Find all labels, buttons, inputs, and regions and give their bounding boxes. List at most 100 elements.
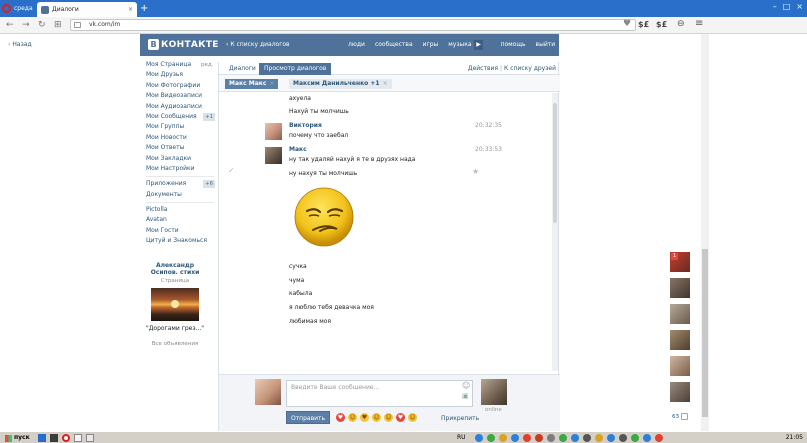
menu-my-page[interactable]: Моя Страница ред. [146, 60, 214, 70]
ad-block[interactable]: Александр Осипов. стихи Страница "Дорога… [142, 262, 208, 347]
extension-1-icon[interactable]: $£ [638, 20, 649, 29]
friends-list-link[interactable]: К списку друзей [504, 65, 556, 72]
ad-sunset-image[interactable] [151, 288, 199, 321]
ad-title[interactable]: Александр Осипов. стихи [142, 262, 208, 276]
menu-messages[interactable]: Мои Сообщения +1 [146, 112, 216, 122]
message-time[interactable]: 20:33:53 [475, 146, 502, 153]
nav-communities[interactable]: сообщества [375, 41, 413, 48]
menu-groups[interactable]: Мои Группы [146, 122, 214, 132]
chip-close-icon[interactable]: × [383, 80, 388, 87]
star-icon[interactable]: ★ [472, 167, 479, 176]
message-author[interactable]: Виктория [289, 122, 322, 129]
check-icon[interactable]: ✓ [228, 166, 235, 175]
url-input[interactable]: vk.com/im [70, 19, 636, 31]
reload-icon[interactable]: ↻ [38, 19, 46, 31]
vk-logo[interactable]: В КОНТАКТЕ [148, 39, 219, 50]
new-tab-button[interactable]: + [140, 3, 148, 14]
music-play-icon[interactable]: ▶ [474, 40, 483, 50]
menu-app-guests[interactable]: Мои Гости [146, 226, 214, 236]
chip-maks[interactable]: Макс Макс × [225, 79, 279, 89]
page-back-link[interactable]: ‹ Назад [8, 41, 32, 48]
chip-maksim[interactable]: Максим Данильченко +1 × [289, 79, 392, 89]
attach-link[interactable]: Прикрепить [441, 415, 479, 422]
smiley-icon[interactable]: ☺ [462, 381, 470, 390]
menu-news[interactable]: Мои Новости [146, 133, 214, 143]
menu-apps[interactable]: Приложения +6 [146, 179, 216, 189]
menu-docs[interactable]: Документы [146, 190, 214, 200]
menu-friends[interactable]: Мои Друзья [146, 70, 214, 80]
all-ads-link[interactable]: Все объявления [142, 341, 208, 347]
close-window-icon[interactable]: × [796, 2, 803, 11]
message-history[interactable]: ахуела Нахуй ты молчишь Виктория 20:32:3… [219, 93, 554, 371]
site-info-icon[interactable] [74, 22, 81, 28]
nav-help[interactable]: помощь [501, 41, 526, 48]
message-time[interactable]: 20:32:35 [475, 122, 502, 129]
friend-avatar[interactable] [670, 356, 690, 376]
tab-dialogs[interactable]: Диалоги × [37, 2, 137, 17]
friend-avatar[interactable] [670, 304, 690, 324]
back-to-dialogs-link[interactable]: ‹ К списку диалогов [226, 41, 290, 48]
browser-menu-icon[interactable]: ≡ [695, 18, 703, 29]
tray-icon[interactable] [643, 434, 651, 442]
friend-avatar[interactable] [670, 278, 690, 298]
tab-close-icon[interactable]: × [128, 6, 133, 13]
friend-avatar[interactable] [670, 330, 690, 350]
tab-dialogs-list[interactable]: Диалоги [229, 65, 256, 72]
send-button[interactable]: Отправить [286, 411, 330, 424]
camera-icon[interactable]: ▣ [462, 392, 469, 400]
tray-icon[interactable] [547, 434, 555, 442]
history-scroll-thumb[interactable] [553, 103, 557, 223]
tray-icon[interactable] [619, 434, 627, 442]
tab-view-dialogs[interactable]: Просмотр диалогов [259, 63, 332, 75]
menu-app-pictolla[interactable]: Pictolla [146, 205, 214, 215]
tray-icon[interactable] [475, 434, 483, 442]
tray-icon[interactable] [595, 434, 603, 442]
tray-icon[interactable] [655, 434, 663, 442]
avatar[interactable] [265, 123, 282, 140]
nav-people[interactable]: люди [348, 41, 365, 48]
nav-games[interactable]: игры [423, 41, 439, 48]
extension-2-icon[interactable]: $£ [656, 20, 667, 29]
forward-arrow-icon[interactable]: → [22, 19, 30, 31]
quick-launch-file-icon[interactable] [74, 434, 82, 442]
grin-emoji-icon[interactable]: ☺ [408, 413, 417, 422]
page-scroll-thumb[interactable] [702, 249, 708, 417]
kiss-emoji-icon[interactable]: ♥ [336, 413, 345, 422]
tray-icon[interactable] [607, 434, 615, 442]
friend-avatar[interactable] [670, 382, 690, 402]
avatar[interactable] [265, 147, 282, 164]
heart-emoji-icon[interactable]: ♥ [396, 413, 405, 422]
message-input[interactable]: Введите Ваше сообщение... [286, 380, 473, 407]
tray-icon[interactable] [487, 434, 495, 442]
message-author[interactable]: Макс [289, 146, 307, 153]
quick-launch-desktop-icon[interactable] [38, 434, 46, 442]
start-button[interactable]: пуск [1, 433, 34, 443]
friends-count[interactable]: 63 [672, 414, 679, 420]
tray-icon[interactable] [499, 434, 507, 442]
tray-icon[interactable] [583, 434, 591, 442]
back-arrow-icon[interactable]: ← [6, 19, 14, 31]
cool-emoji-icon[interactable]: ☺ [372, 413, 381, 422]
chip-close-icon[interactable]: × [269, 80, 274, 87]
nav-music[interactable]: музыка [448, 41, 471, 48]
tray-icon[interactable] [535, 434, 543, 442]
menu-edit-link[interactable]: ред. [201, 60, 213, 70]
download-icon[interactable]: ⊖ [677, 19, 685, 29]
menu-app-avatan[interactable]: Avatan [146, 215, 214, 225]
tray-icon[interactable] [571, 434, 579, 442]
tray-icon[interactable] [559, 434, 567, 442]
maximize-icon[interactable]: □ [783, 2, 791, 11]
love-emoji-icon[interactable]: ♥ [360, 413, 369, 422]
wink-emoji-icon[interactable]: ☺ [384, 413, 393, 422]
actions-link[interactable]: Действия [468, 65, 498, 72]
menu-app-quotes[interactable]: Цитуй и Знакомься [146, 236, 214, 246]
speed-dial-icon[interactable]: ⊞ [54, 19, 62, 31]
menu-settings[interactable]: Мои Настройки [146, 164, 214, 174]
friends-list-icon[interactable] [681, 413, 688, 420]
clock[interactable]: 21:05 [786, 434, 803, 441]
opera-taskbar-icon[interactable] [62, 434, 70, 442]
nav-logout[interactable]: выйти [536, 41, 556, 48]
quick-launch-edit-icon[interactable] [86, 434, 94, 442]
opera-menu-button[interactable]: среда [2, 2, 36, 15]
recipient-avatar[interactable] [481, 379, 507, 405]
